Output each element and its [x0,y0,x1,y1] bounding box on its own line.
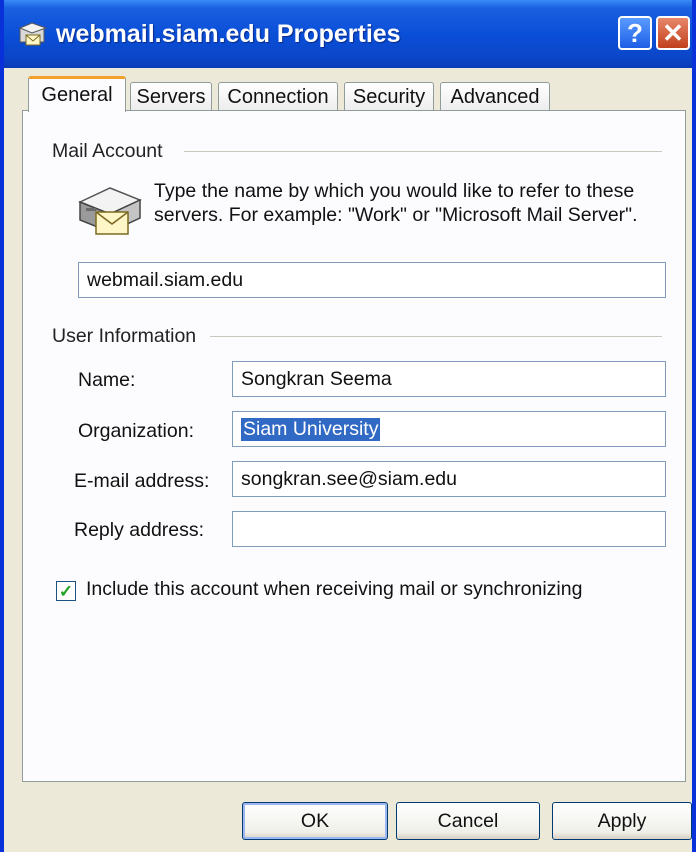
tab-connection[interactable]: Connection [218,82,338,112]
mail-account-description: Type the name by which you would like to… [154,180,638,226]
close-button[interactable]: ✕ [656,16,690,50]
user-info-divider [210,336,662,337]
organization-label: Organization: [78,420,194,442]
email-input[interactable]: songkran.see@siam.edu [232,461,666,497]
mail-account-icon [18,22,48,46]
window-title: webmail.siam.edu Properties [56,20,401,48]
organization-input[interactable]: Siam University [232,411,666,447]
reply-address-label: Reply address: [74,519,205,541]
cancel-button[interactable]: Cancel [396,802,540,840]
name-label: Name: [78,369,136,391]
name-input[interactable]: Songkran Seema [232,361,666,397]
close-icon: ✕ [662,17,684,48]
checkmark-icon: ✓ [58,581,74,601]
apply-button[interactable]: Apply [552,802,692,840]
include-account-checkbox[interactable]: ✓ [56,581,76,601]
title-bar[interactable]: webmail.siam.edu Properties ? ✕ [4,0,692,68]
properties-dialog: webmail.siam.edu Properties ? ✕ General … [0,0,696,852]
tab-advanced[interactable]: Advanced [440,82,550,112]
include-account-label[interactable]: Include this account when receiving mail… [86,578,582,601]
email-label: E-mail address: [74,470,210,492]
reply-address-input[interactable] [232,511,666,547]
mail-account-group-title: Mail Account [52,140,171,163]
organization-selected-text: Siam University [241,417,381,441]
ok-button[interactable]: OK [242,802,388,840]
tab-general[interactable]: General [28,76,126,112]
mail-account-divider [184,151,662,152]
user-info-group-title: User Information [52,325,205,348]
tab-servers[interactable]: Servers [130,82,212,112]
mail-server-icon [78,187,142,235]
help-button[interactable]: ? [618,16,652,50]
help-icon: ? [627,17,643,48]
account-name-input[interactable]: webmail.siam.edu [78,262,666,298]
tab-security[interactable]: Security [344,82,434,112]
